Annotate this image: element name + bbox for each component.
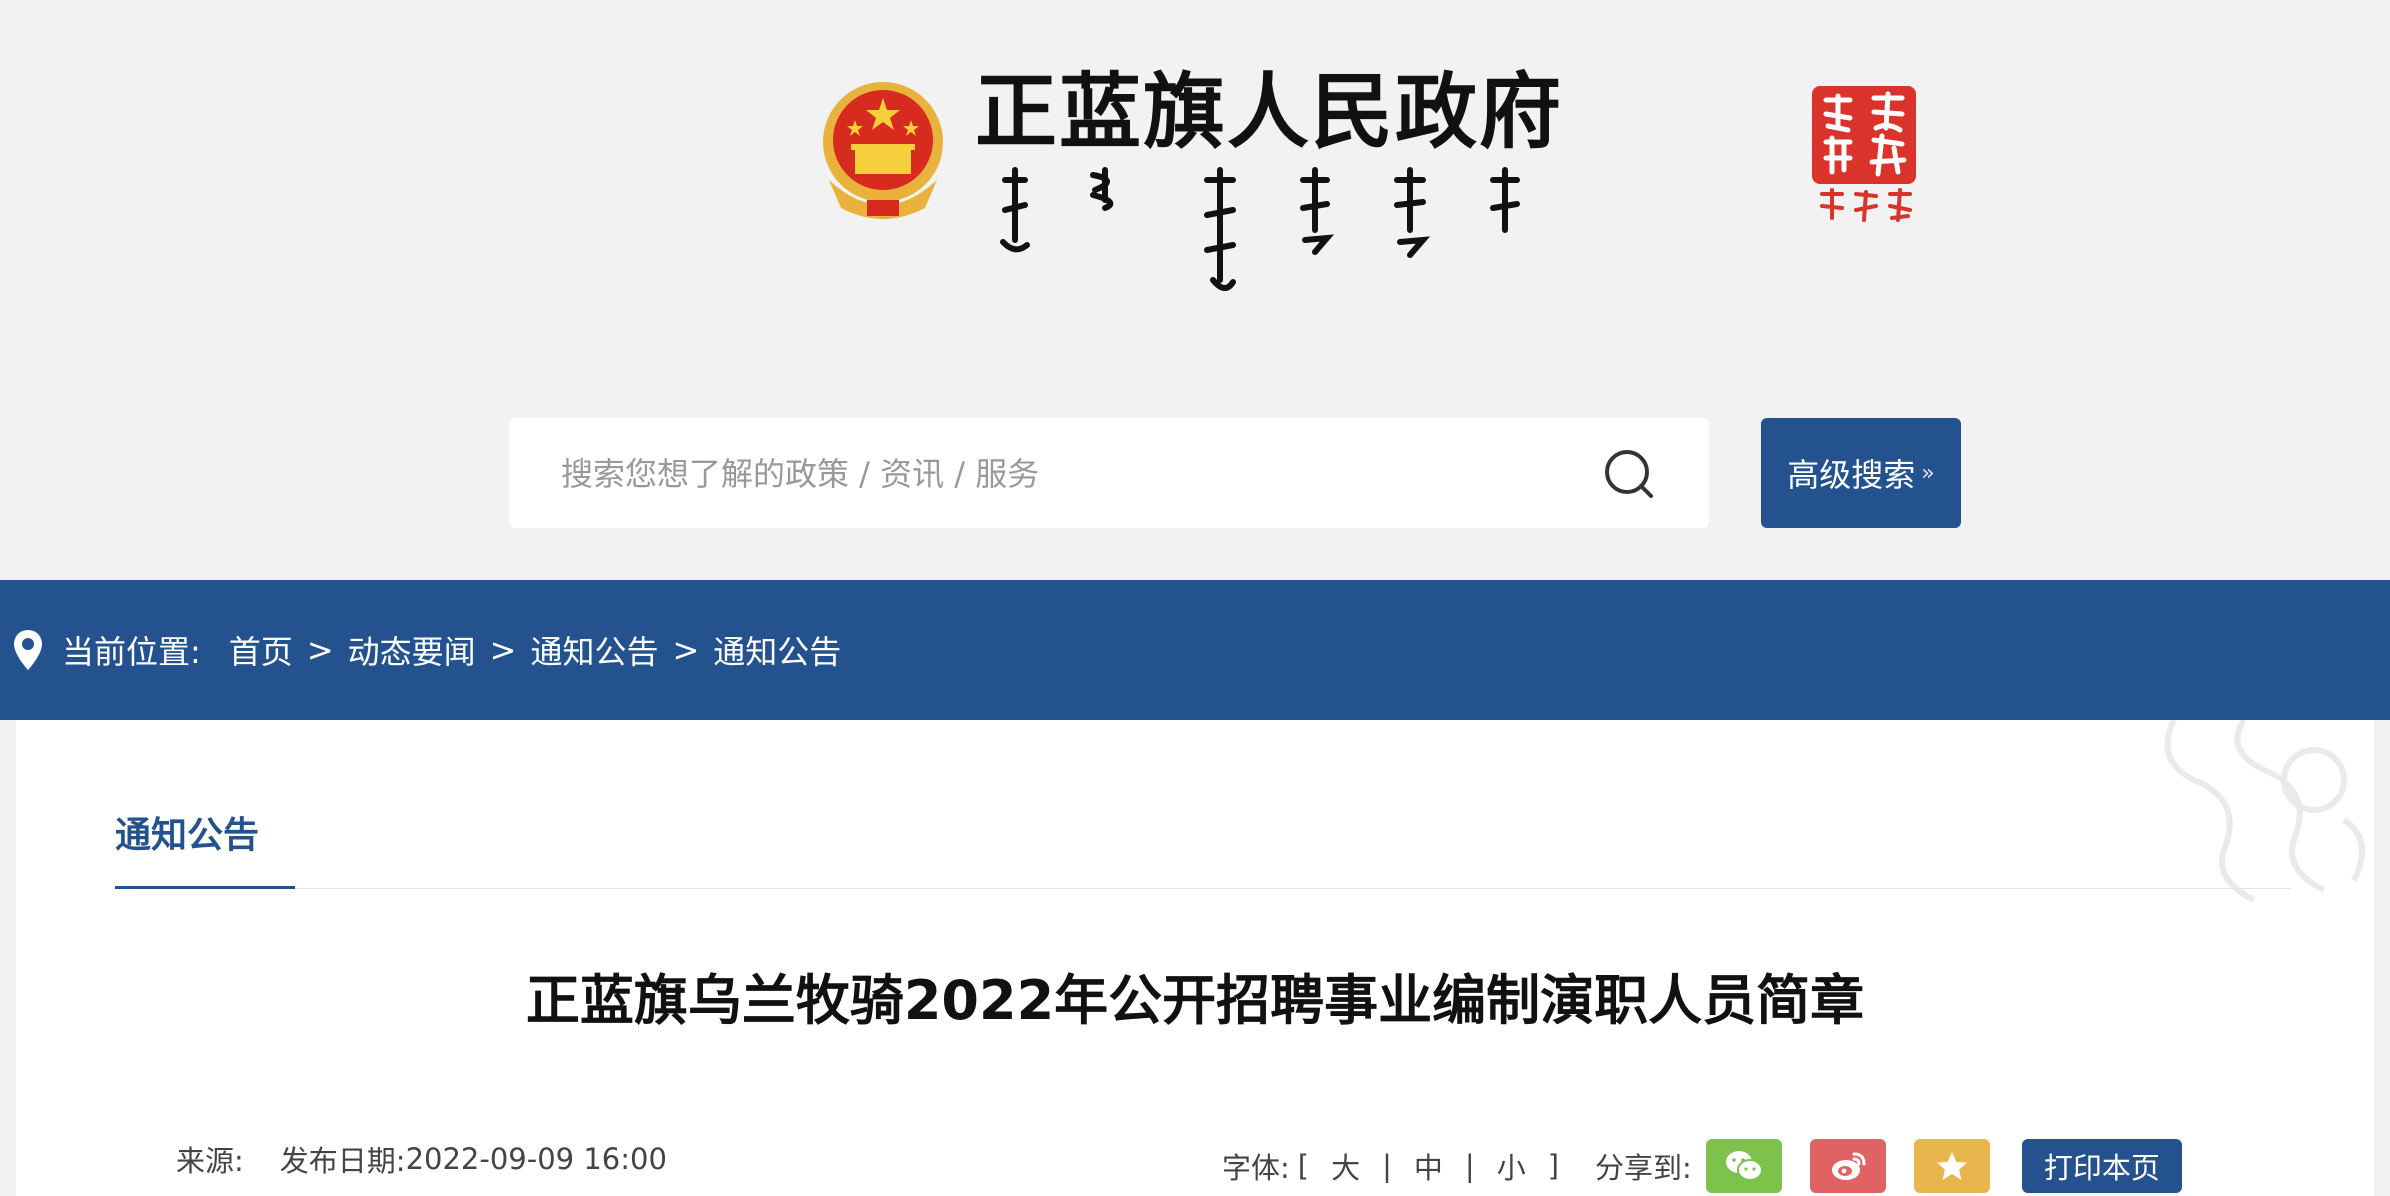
breadcrumb-separator: > (489, 631, 517, 669)
breadcrumb-news[interactable]: 动态要闻 (348, 627, 476, 673)
site-header: 正蓝旗人民政府 高级搜索 (0, 0, 2390, 580)
font-bracket-open: [ (1297, 1149, 1310, 1183)
double-chevron-right-icon: » (1921, 460, 1935, 486)
publish-date: 2022-09-09 16:00 (405, 1142, 667, 1176)
share-wechat-button[interactable] (1705, 1139, 1782, 1193)
article-title: 正蓝旗乌兰牧骑2022年公开招聘事业编制演职人员简章 (525, 969, 1865, 1032)
font-size-small[interactable]: 小 (1475, 1145, 1548, 1187)
breadcrumb-label: 当前位置: (62, 633, 201, 671)
article-tools: 字体: [ 大 | 中 | 小 ] 分享到: 打印本页 (1222, 1138, 2182, 1194)
search-icon[interactable] (1601, 446, 1657, 502)
font-size-label: 字体: (1222, 1151, 1290, 1185)
wechat-icon (1725, 1151, 1763, 1181)
decorative-pattern (2164, 720, 2365, 903)
font-size-large[interactable]: 大 (1309, 1145, 1382, 1187)
share-favorite-button[interactable] (1913, 1139, 1990, 1193)
advanced-search-label: 高级搜索 (1787, 456, 1916, 494)
national-emblem-icon (823, 82, 943, 219)
search-input[interactable] (559, 418, 1563, 530)
location-pin-icon (14, 630, 42, 670)
font-separator: | (1382, 1149, 1392, 1183)
breadcrumb-home[interactable]: 首页 (229, 627, 293, 673)
breadcrumb-separator: > (672, 631, 700, 669)
share-weibo-button[interactable] (1809, 1139, 1886, 1193)
source-label: 来源: (176, 1144, 244, 1178)
breadcrumb-notices-current[interactable]: 通知公告 (713, 627, 841, 673)
search-box (509, 418, 1709, 530)
font-separator: | (1464, 1149, 1475, 1183)
date-label: 发布日期: (279, 1144, 406, 1178)
breadcrumb: 当前位置: 首页 > 动态要闻 > 通知公告 > 通知公告 (12, 580, 841, 720)
advanced-search-button[interactable]: 高级搜索 » (1761, 418, 1961, 528)
tab-divider (115, 888, 2291, 889)
article-container: 通知公告 正蓝旗乌兰牧骑2022年公开招聘事业编制演职人员简章 来源: 发布日期… (16, 720, 2374, 1196)
share-label: 分享到: (1595, 1151, 1692, 1185)
red-seal-logo (1812, 86, 1916, 222)
weibo-icon (1831, 1152, 1866, 1180)
font-bracket-close: ] (1547, 1149, 1560, 1183)
font-size-medium[interactable]: 中 (1392, 1145, 1465, 1187)
article-meta: 来源: 发布日期: 2022-09-09 16:00 (176, 1138, 667, 1180)
tab-notices[interactable]: 通知公告 (115, 806, 259, 858)
site-title: 正蓝旗人民政府 (975, 64, 1564, 160)
print-page-button[interactable]: 打印本页 (2021, 1139, 2182, 1193)
breadcrumb-notices[interactable]: 通知公告 (530, 627, 658, 673)
breadcrumb-bar: 当前位置: 首页 > 动态要闻 > 通知公告 > 通知公告 (0, 580, 2390, 720)
breadcrumb-separator: > (306, 631, 334, 669)
tab-active-indicator (115, 886, 295, 889)
star-icon (1936, 1152, 1967, 1180)
mongolian-script-title (1000, 167, 1520, 291)
